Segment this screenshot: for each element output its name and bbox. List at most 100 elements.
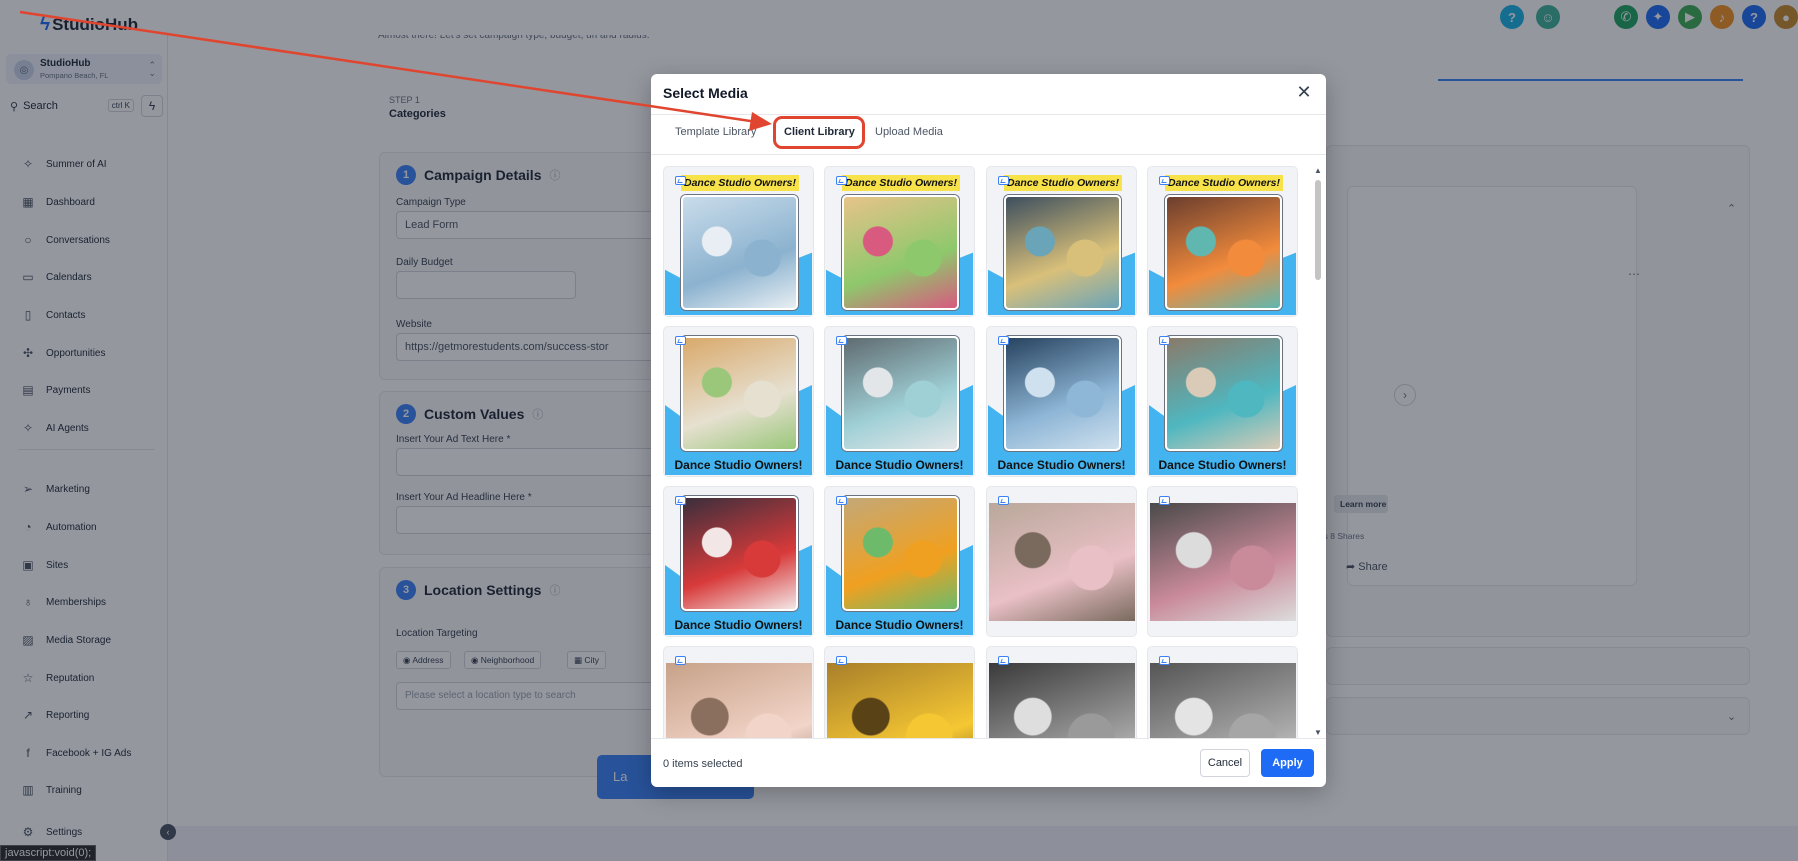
quick-action-button[interactable]: ϟ bbox=[141, 95, 163, 117]
learn-more-button[interactable]: Learn more bbox=[1334, 495, 1388, 513]
chip-city[interactable]: ▦ City bbox=[567, 651, 607, 669]
sidebar-item-training[interactable]: ▥ Training bbox=[20, 780, 81, 800]
bell-icon[interactable]: ♪ bbox=[1710, 5, 1734, 29]
sidebar-item-label: Reporting bbox=[46, 709, 90, 721]
chip-address[interactable]: ◉ Address bbox=[396, 651, 451, 669]
media-tile[interactable] bbox=[986, 486, 1137, 637]
dance-photo bbox=[1150, 503, 1296, 621]
sidebar-item-marketing[interactable]: ➢ Marketing bbox=[20, 479, 90, 499]
scroll-down-icon[interactable]: ▼ bbox=[1314, 728, 1322, 737]
phone-icon[interactable]: ✆ bbox=[1614, 5, 1638, 29]
dance-photo bbox=[842, 336, 959, 451]
chip-label: Neighborhood bbox=[480, 655, 535, 665]
bolt-icon: ϟ bbox=[148, 99, 156, 113]
media-tile[interactable]: Dance Studio Owners! bbox=[986, 326, 1137, 477]
sidebar-item-payments[interactable]: ▤ Payments bbox=[20, 380, 90, 400]
media-tile[interactable]: Dance Studio Owners! bbox=[824, 486, 975, 637]
accordion-row[interactable] bbox=[1326, 647, 1750, 685]
media-tile[interactable] bbox=[824, 646, 975, 738]
book-icon: ▥ bbox=[22, 783, 34, 797]
sidebar-item-memberships[interactable]: ♁ Memberships bbox=[20, 592, 107, 612]
media-tile[interactable] bbox=[1147, 486, 1298, 637]
media-tile[interactable]: Dance Studio Owners! bbox=[1147, 166, 1298, 317]
sidebar-item-ai-agents[interactable]: ✧ AI Agents bbox=[20, 418, 89, 438]
image-type-icon bbox=[1159, 336, 1170, 345]
tab-upload-media[interactable]: Upload Media bbox=[875, 126, 943, 138]
tab-template-library[interactable]: Template Library bbox=[675, 126, 756, 138]
chevron-up-icon[interactable]: ⌃ bbox=[1727, 202, 1736, 215]
sidebar-item-reputation[interactable]: ☆ Reputation bbox=[20, 668, 95, 688]
sparkle-icon[interactable]: ✦ bbox=[1646, 5, 1670, 29]
sidebar-item-label: Contacts bbox=[46, 309, 86, 321]
accordion-row[interactable]: ⌄ bbox=[1326, 697, 1750, 735]
media-tile[interactable] bbox=[986, 646, 1137, 738]
media-tile[interactable]: Dance Studio Owners! bbox=[663, 486, 814, 637]
cancel-button[interactable]: Cancel bbox=[1200, 749, 1250, 777]
scroll-up-icon[interactable]: ▲ bbox=[1314, 166, 1322, 175]
building-icon: ▦ bbox=[574, 655, 585, 665]
divider bbox=[651, 154, 1326, 155]
card-title: 1 Campaign Details ⓘ bbox=[396, 165, 560, 185]
media-tile[interactable]: Dance Studio Owners! bbox=[986, 166, 1137, 317]
next-preview-button[interactable]: › bbox=[1394, 384, 1416, 406]
sidebar-item-automation[interactable]: ◔ Automation bbox=[20, 517, 97, 537]
account-switcher[interactable]: ◎ StudioHub Pompano Beach, FL ⌃ ⌄ bbox=[6, 54, 162, 84]
help-icon-2[interactable]: ? bbox=[1742, 5, 1766, 29]
media-tile[interactable]: Dance Studio Owners! bbox=[663, 166, 814, 317]
more-options-icon[interactable]: ⋯ bbox=[1628, 267, 1640, 281]
search-placeholder: Search bbox=[23, 100, 58, 112]
sidebar-item-settings[interactable]: ⚙ Settings bbox=[20, 822, 83, 842]
promo-banner-bottom: Dance Studio Owners! bbox=[674, 618, 803, 632]
card-title-text: Custom Values bbox=[424, 406, 525, 422]
sidebar-item-facebook-ig-ads[interactable]: f Facebook + IG Ads bbox=[20, 743, 131, 763]
sidebar-item-reporting[interactable]: ↗ Reporting bbox=[20, 705, 89, 725]
sidebar-item-calendars[interactable]: ▭ Calendars bbox=[20, 267, 91, 287]
collapse-sidebar-button[interactable]: ‹ bbox=[160, 824, 176, 840]
help-icon[interactable]: ? bbox=[1500, 5, 1524, 29]
bot-icon[interactable]: ☺ bbox=[1536, 5, 1560, 29]
app-logo[interactable]: ϟ StudioHub bbox=[40, 14, 138, 36]
close-icon[interactable]: ✕ bbox=[1294, 82, 1314, 102]
image-type-icon bbox=[836, 496, 847, 505]
image-type-icon bbox=[998, 496, 1009, 505]
apply-button[interactable]: Apply bbox=[1261, 749, 1314, 777]
daily-budget-input[interactable] bbox=[396, 271, 576, 299]
top-icons-group-left: ? ☺ bbox=[1500, 5, 1560, 29]
media-tile[interactable] bbox=[1147, 646, 1298, 738]
media-tile[interactable]: Dance Studio Owners! bbox=[663, 326, 814, 477]
sidebar-item-sites[interactable]: ▣ Sites bbox=[20, 555, 68, 575]
account-avatar-icon: ◎ bbox=[14, 60, 34, 80]
dance-photo bbox=[666, 663, 812, 738]
media-tile[interactable]: Dance Studio Owners! bbox=[824, 166, 975, 317]
user-avatar[interactable]: ● bbox=[1774, 5, 1798, 29]
chip-neighborhood[interactable]: ◉ Neighborhood bbox=[464, 651, 542, 669]
sidebar-search[interactable]: ⚲ Search ctrl K bbox=[6, 95, 134, 117]
image-type-icon bbox=[675, 496, 686, 505]
image-type-icon bbox=[1159, 176, 1170, 185]
dance-photo bbox=[827, 663, 973, 738]
dance-photo bbox=[842, 195, 959, 310]
sidebar-item-opportunities[interactable]: ✣ Opportunities bbox=[20, 343, 106, 363]
app-name: StudioHub bbox=[52, 15, 138, 34]
media-tile[interactable]: Dance Studio Owners! bbox=[1147, 326, 1298, 477]
pin-icon: ◉ bbox=[471, 655, 481, 665]
account-name: StudioHub bbox=[40, 58, 91, 69]
sidebar-item-label: Opportunities bbox=[46, 347, 106, 359]
image-type-icon bbox=[998, 176, 1009, 185]
scroll-thumb[interactable] bbox=[1315, 180, 1321, 280]
sidebar-item-media-storage[interactable]: ▨ Media Storage bbox=[20, 630, 111, 650]
megaphone-icon[interactable]: ▶ bbox=[1678, 5, 1702, 29]
sidebar-item-summer-of-ai[interactable]: ✧ Summer of AI bbox=[20, 154, 107, 174]
image-type-icon bbox=[675, 176, 686, 185]
chevron-down-icon: ⌄ bbox=[1727, 711, 1737, 723]
media-tile[interactable]: Dance Studio Owners! bbox=[824, 326, 975, 477]
sidebar-item-label: Marketing bbox=[46, 483, 90, 495]
media-grid-scrollbar[interactable]: ▲ ▼ bbox=[1314, 166, 1323, 738]
sidebar-item-label: Automation bbox=[46, 521, 97, 533]
step-label: STEP 1 bbox=[389, 95, 420, 105]
media-tile[interactable] bbox=[663, 646, 814, 738]
sidebar-item-dashboard[interactable]: ▦ Dashboard bbox=[20, 192, 95, 212]
share-button[interactable]: ➦ Share bbox=[1346, 560, 1388, 573]
sidebar-item-conversations[interactable]: ○ Conversations bbox=[20, 230, 110, 250]
sidebar-item-contacts[interactable]: ▯ Contacts bbox=[20, 305, 86, 325]
